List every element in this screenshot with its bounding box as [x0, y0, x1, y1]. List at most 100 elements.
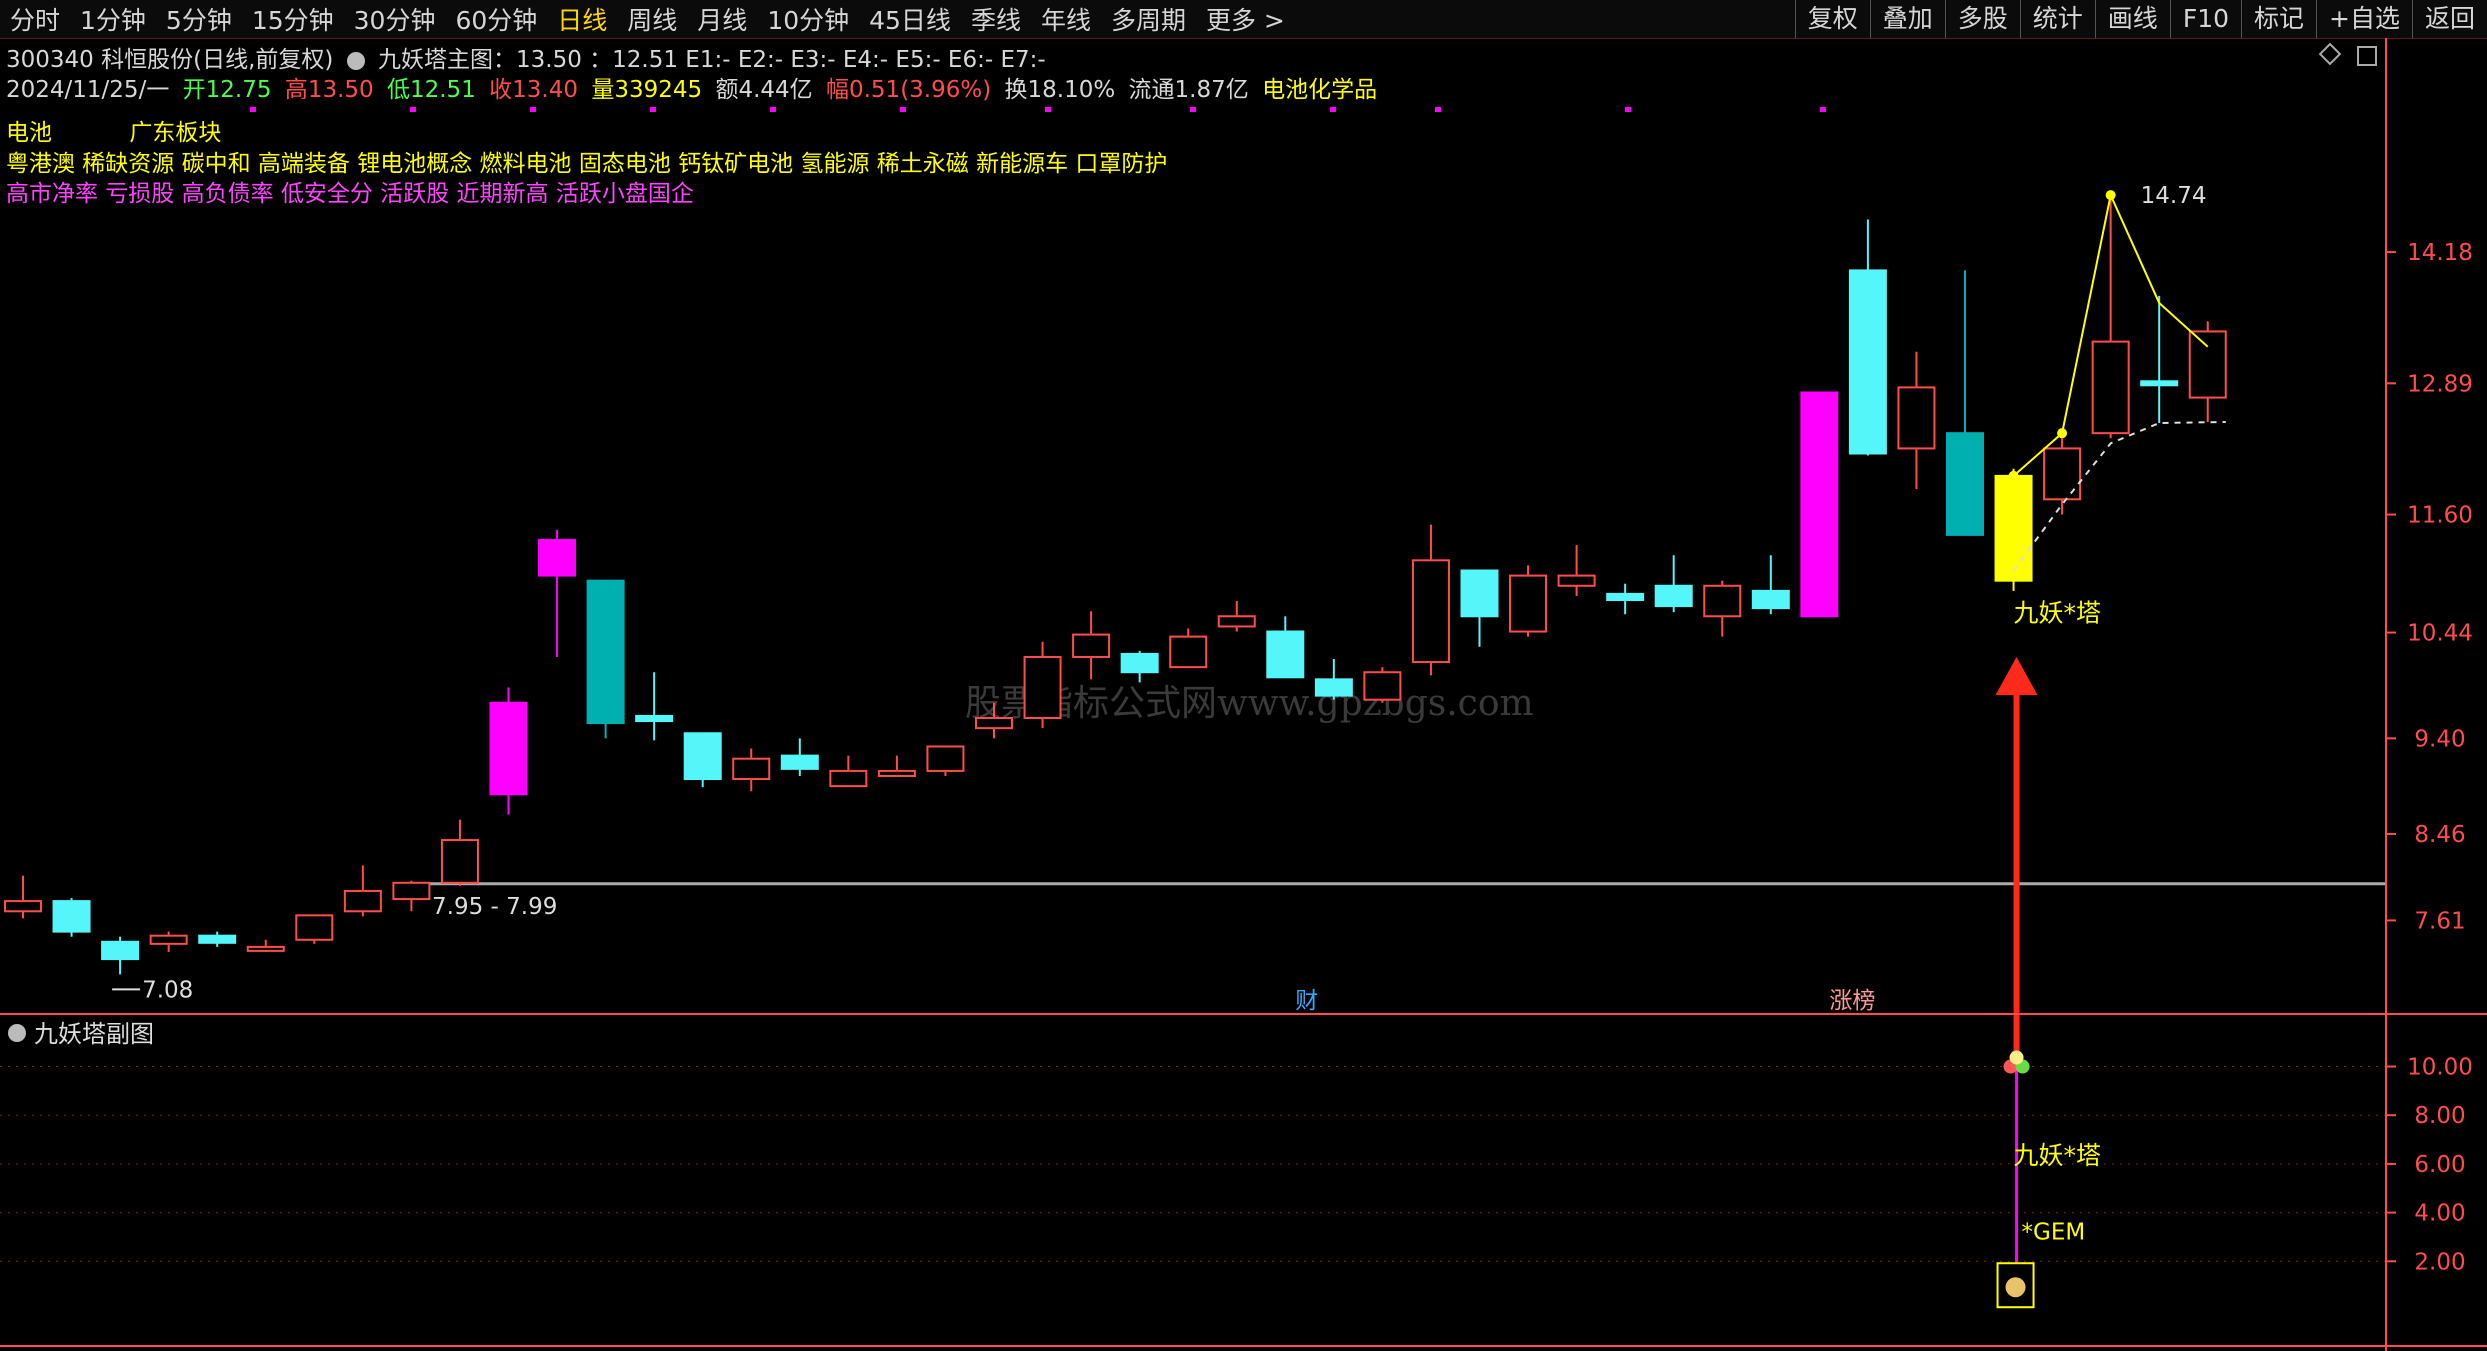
candle-body-15 [732, 757, 771, 781]
sub-tick-label-0: 2.00 [2414, 1249, 2465, 1275]
candle-body-5 [246, 945, 285, 952]
candle-body-21 [1023, 655, 1062, 719]
marker-dot-3 [650, 107, 656, 112]
candle-body-25 [1217, 615, 1256, 628]
high-label: 14.74 [2141, 183, 2207, 209]
marker-dot-2 [530, 107, 536, 112]
candle-23 [1120, 650, 1159, 683]
candle-body-32 [1557, 574, 1596, 587]
period-tab-7[interactable]: 周线 [617, 1, 687, 37]
period-tab-5[interactable]: 60分钟 [445, 1, 547, 37]
candle-8 [392, 880, 431, 912]
chart-grid: 7.95 - 7.99 [430, 882, 2385, 920]
candle-24 [1169, 628, 1208, 669]
candle-11 [538, 529, 577, 657]
candle-body-1 [52, 900, 91, 933]
marker-dot-0 [250, 107, 256, 112]
candle-body-34 [1654, 584, 1693, 608]
candle-9 [440, 819, 479, 886]
sub-tick-label-1: 4.00 [2414, 1201, 2465, 1227]
period-tab-11[interactable]: 季线 [961, 1, 1031, 37]
tool-button-8[interactable]: 返回 [2411, 0, 2487, 38]
price-tick-label-5: 12.89 [2407, 371, 2473, 397]
candle-33 [1606, 583, 1645, 615]
marker-dot-1 [410, 107, 416, 112]
tool-button-4[interactable]: 画线 [2094, 0, 2170, 38]
period-tab-10[interactable]: 45日线 [859, 1, 961, 37]
price-tick-label-0: 7.61 [2414, 908, 2465, 934]
indicator-dot-1 [2057, 428, 2068, 439]
tool-button-1[interactable]: 叠加 [1869, 0, 1945, 38]
kline-chart[interactable]: 7.95 - 7.99 股票指标公式网www.gpzbgs.com 7.0814… [0, 38, 2487, 1351]
tool-button-7[interactable]: +自选 [2316, 0, 2412, 38]
candle-35 [1703, 580, 1742, 637]
period-tab-9[interactable]: 10分钟 [757, 1, 859, 37]
candle-16 [780, 738, 819, 776]
indicator-overlay: 7.08 14.74 九妖*塔财 涨榜 [112, 107, 2226, 1065]
candle-7 [343, 865, 382, 917]
period-tab-0[interactable]: 分时 [0, 1, 70, 37]
period-tab-6[interactable]: 日线 [547, 1, 617, 37]
candle-37 [1800, 391, 1839, 618]
candle-body-40 [1946, 432, 1984, 536]
candle-12 [586, 579, 625, 739]
candle-10 [489, 687, 528, 815]
candle-body-0 [4, 900, 42, 913]
candle-body-22 [1072, 633, 1111, 658]
candle-14 [683, 732, 722, 788]
candle-13 [635, 672, 674, 741]
tool-button-2[interactable]: 多股 [1944, 0, 2020, 38]
candle-18 [877, 755, 916, 777]
candle-body-26 [1266, 630, 1305, 679]
gem-label: *GEM [2022, 1219, 2086, 1245]
period-tab-13[interactable]: 多周期 [1101, 1, 1196, 37]
candle-body-6 [295, 914, 334, 941]
candle-body-8 [392, 881, 431, 901]
period-tab-8[interactable]: 月线 [687, 1, 757, 37]
candle-31 [1509, 565, 1548, 637]
candle-15 [732, 748, 771, 792]
period-tab-2[interactable]: 5分钟 [156, 1, 242, 37]
candle-body-3 [149, 934, 188, 945]
candle-body-43 [2091, 340, 2130, 435]
sub-chart-title: 九妖塔副图 [34, 1020, 154, 1048]
candle-body-19 [926, 745, 965, 772]
candle-body-33 [1606, 592, 1645, 601]
candle-5 [246, 939, 285, 952]
candle-38 [1848, 219, 1887, 456]
candle-2 [101, 936, 140, 975]
sub-chart: 九妖塔副图 2.00 4.00 6.00 8.00 10.00 九妖*塔 *GEM [0, 1020, 2473, 1309]
candle-body-42 [2043, 447, 2082, 501]
candle-body-14 [683, 732, 722, 781]
marker-dot-7 [1190, 107, 1196, 112]
period-tab-14[interactable]: 更多 > [1196, 1, 1295, 37]
sub-chart-toggle-icon [8, 1024, 26, 1042]
tool-button-5[interactable]: F10 [2169, 0, 2241, 38]
period-tab-3[interactable]: 15分钟 [242, 1, 344, 37]
candle-body-17 [829, 769, 868, 788]
money-bag-fill [2005, 1277, 2026, 1298]
sub-tick-label-3: 8.00 [2414, 1103, 2465, 1129]
candle-32 [1557, 545, 1596, 596]
candle-25 [1217, 601, 1256, 632]
candle-body-35 [1703, 584, 1742, 618]
tool-button-0[interactable]: 复权 [1794, 0, 1870, 38]
candle-body-38 [1848, 269, 1887, 455]
candle-39 [1897, 351, 1936, 490]
candle-body-9 [440, 839, 479, 884]
tool-button-3[interactable]: 统计 [2019, 0, 2095, 38]
marker-dot-8 [1330, 107, 1336, 112]
marker-dot-9 [1435, 107, 1441, 112]
candle-40 [1946, 270, 1984, 536]
period-tab-4[interactable]: 30分钟 [344, 1, 446, 37]
period-tab-1[interactable]: 1分钟 [70, 1, 156, 37]
candle-body-28 [1363, 671, 1402, 701]
candle-6 [295, 914, 334, 944]
tool-button-6[interactable]: 标记 [2241, 0, 2316, 38]
candle-1 [52, 898, 91, 937]
sub-tick-label-4: 10.00 [2407, 1055, 2473, 1081]
candle-body-37 [1800, 391, 1839, 618]
candle-21 [1023, 641, 1062, 729]
period-tab-12[interactable]: 年线 [1031, 1, 1101, 37]
candle-body-2 [101, 940, 140, 961]
